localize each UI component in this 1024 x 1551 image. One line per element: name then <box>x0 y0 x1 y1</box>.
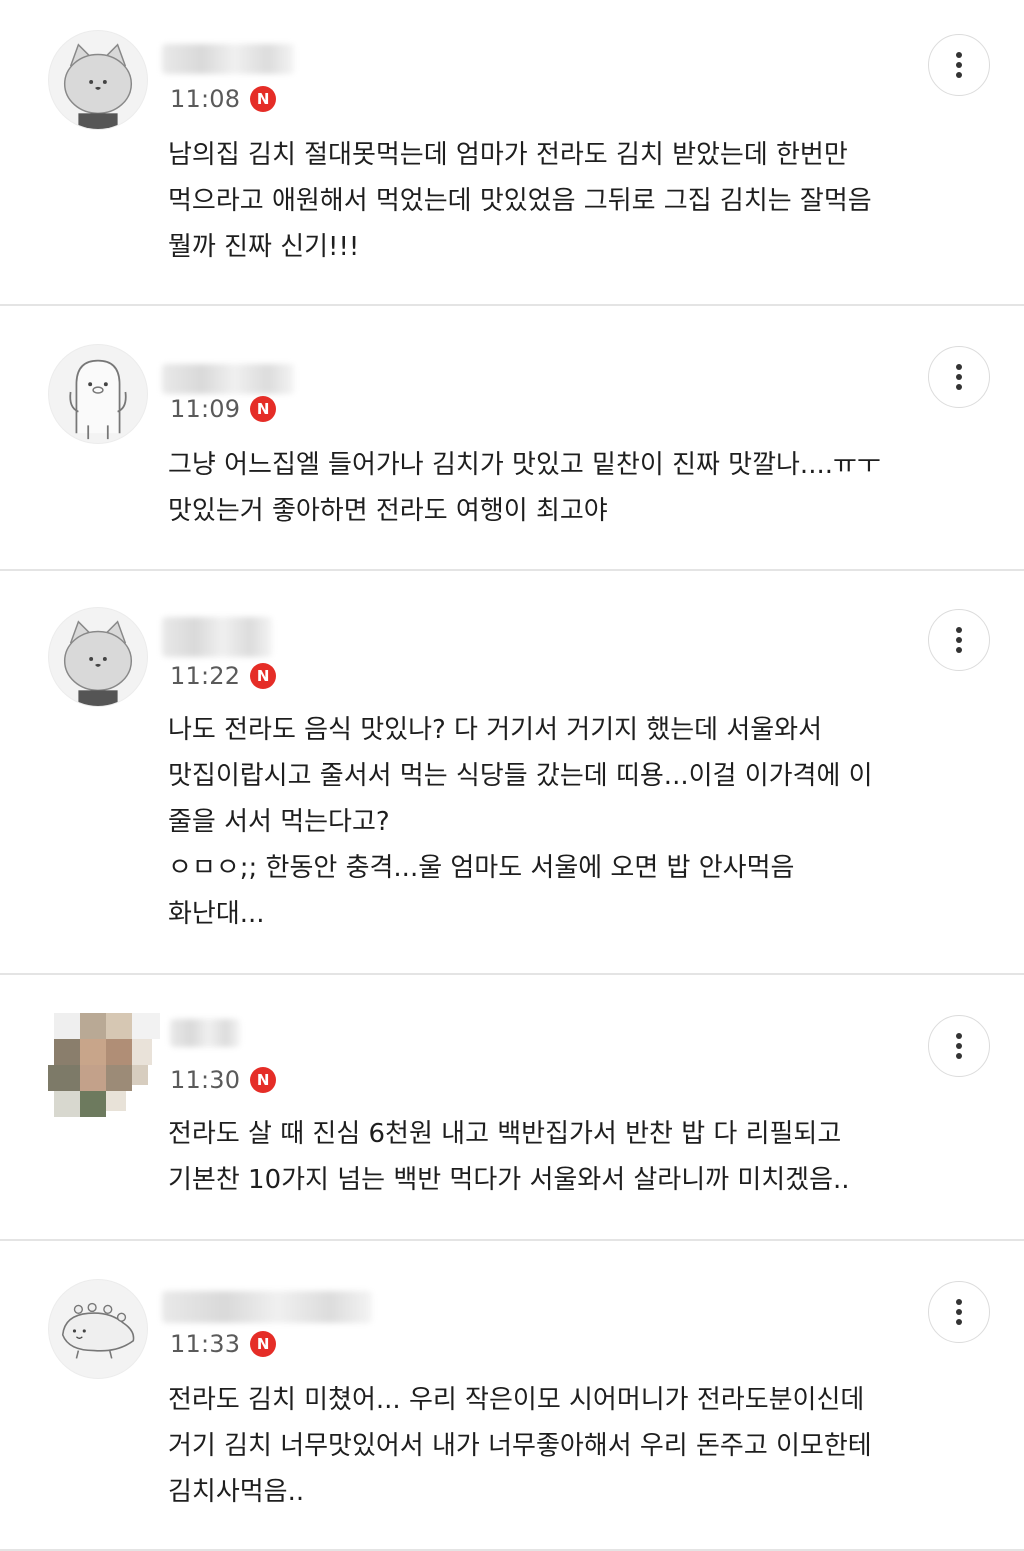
dot-icon <box>956 1319 962 1325</box>
dot-icon <box>956 637 962 643</box>
dot-icon <box>956 1033 962 1039</box>
comment-line: 그냥 어느집엘 들어가나 김치가 맛있고 밑찬이 진짜 맛깔나....ㅠㅜ <box>168 450 881 480</box>
dot-icon <box>956 647 962 653</box>
comment-line: 화난대... <box>168 899 265 929</box>
dot-icon <box>956 384 962 390</box>
comment-line: 맛집이랍시고 줄서서 먹는 식당들 갔는데 띠용...이걸 이가격에 이 <box>168 761 873 791</box>
more-options-button[interactable] <box>928 609 990 671</box>
comment-line: 나도 전라도 음식 맛있나? 다 거기서 거기지 했는데 서울와서 <box>168 715 822 745</box>
username-blurred <box>170 1019 240 1047</box>
dot-icon <box>956 72 962 78</box>
comment-time: 11:30 <box>170 1066 241 1094</box>
dot-icon <box>956 627 962 633</box>
comment-body: 전라도 살 때 진심 6천원 내고 백반집가서 반찬 밥 다 리필되고 기본찬 … <box>168 1111 948 1203</box>
new-badge-icon: N <box>250 396 277 422</box>
comment-time: 11:22 <box>170 662 241 690</box>
ghost-avatar-icon <box>69 359 127 440</box>
avatar[interactable] <box>48 30 148 130</box>
comment-line: 김치사먹음.. <box>168 1477 305 1507</box>
comment-time: 11:33 <box>170 1330 241 1358</box>
dot-icon <box>956 1299 962 1305</box>
comment-item: 11:30 N 전라도 살 때 진심 6천원 내고 백반집가서 반찬 밥 다 리… <box>0 975 1024 1241</box>
avatar[interactable] <box>48 1279 148 1379</box>
username-blurred <box>162 44 294 74</box>
new-badge-icon: N <box>250 86 277 112</box>
comment-body: 그냥 어느집엘 들어가나 김치가 맛있고 밑찬이 진짜 맛깔나....ㅠㅜ 맛있… <box>168 442 948 534</box>
comment-line: 맛있는거 좋아하면 전라도 여행이 최고야 <box>168 496 608 526</box>
comment-time: 11:08 <box>170 85 241 113</box>
comment-line: 기본찬 10가지 넘는 백반 먹다가 서울와서 살라니까 미치겠음.. <box>168 1165 850 1195</box>
lizard-avatar-icon <box>61 1302 135 1359</box>
more-options-button[interactable] <box>928 1015 990 1077</box>
comment-line: ㅇㅁㅇ;; 한동안 충격...울 엄마도 서울에 오면 밥 안사먹음 <box>168 853 795 883</box>
avatar[interactable] <box>48 344 148 444</box>
comment-line: 거기 김치 너무맛있어서 내가 너무좋아해서 우리 돈주고 이모한테 <box>168 1431 872 1461</box>
new-badge-icon: N <box>250 1067 277 1093</box>
comment-body: 전라도 김치 미쳤어... 우리 작은이모 시어머니가 전라도분이신데 거기 김… <box>168 1377 948 1515</box>
more-options-button[interactable] <box>928 346 990 408</box>
more-options-button[interactable] <box>928 1281 990 1343</box>
dot-icon <box>956 364 962 370</box>
comment-line: 전라도 김치 미쳤어... 우리 작은이모 시어머니가 전라도분이신데 <box>168 1385 865 1415</box>
comment-item: 11:33 N 전라도 김치 미쳤어... 우리 작은이모 시어머니가 전라도분… <box>0 1241 1024 1551</box>
cat-avatar-icon <box>63 43 133 129</box>
comment-line: 남의집 김치 절대못먹는데 엄마가 전라도 김치 받았는데 한번만 <box>168 140 848 170</box>
comment-item: 11:22 N 나도 전라도 음식 맛있나? 다 거기서 거기지 했는데 서울와… <box>0 571 1024 975</box>
comment-line: 먹으라고 애원해서 먹었는데 맛있었음 그뒤로 그집 김치는 잘먹음 <box>168 186 872 216</box>
avatar[interactable] <box>48 607 148 707</box>
comment-line: 줄을 서서 먹는다고? <box>168 807 390 837</box>
comment-line: 전라도 살 때 진심 6천원 내고 백반집가서 반찬 밥 다 리필되고 <box>168 1119 842 1149</box>
more-options-button[interactable] <box>928 34 990 96</box>
comment-body: 남의집 김치 절대못먹는데 엄마가 전라도 김치 받았는데 한번만 먹으라고 애… <box>168 132 948 270</box>
comment-item: 11:09 N 그냥 어느집엘 들어가나 김치가 맛있고 밑찬이 진짜 맛깔나.… <box>0 306 1024 571</box>
avatar[interactable] <box>28 1013 160 1117</box>
username-blurred <box>162 364 294 394</box>
comment-line: 뭘까 진짜 신기!!! <box>168 232 360 262</box>
cat-avatar-icon <box>63 620 133 706</box>
new-badge-icon: N <box>250 1331 277 1357</box>
comment-time: 11:09 <box>170 395 241 423</box>
comment-body: 나도 전라도 음식 맛있나? 다 거기서 거기지 했는데 서울와서 맛집이랍시고… <box>168 707 948 937</box>
comment-item: 11:08 N 남의집 김치 절대못먹는데 엄마가 전라도 김치 받았는데 한번… <box>0 0 1024 306</box>
dot-icon <box>956 1309 962 1315</box>
dot-icon <box>956 52 962 58</box>
pixelated-photo-avatar-icon <box>28 1013 160 1117</box>
new-badge-icon: N <box>250 663 277 689</box>
username-blurred <box>162 1291 372 1323</box>
dot-icon <box>956 62 962 68</box>
dot-icon <box>956 374 962 380</box>
dot-icon <box>956 1043 962 1049</box>
dot-icon <box>956 1053 962 1059</box>
username-blurred <box>162 617 272 657</box>
